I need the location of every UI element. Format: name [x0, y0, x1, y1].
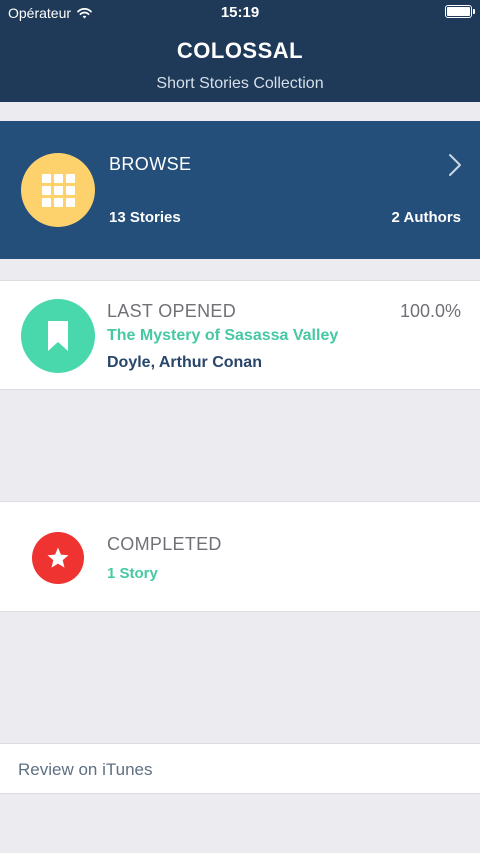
browse-card[interactable]: BROWSE 13 Stories 2 Authors	[0, 121, 480, 259]
chevron-right-icon	[449, 154, 461, 176]
battery-level	[447, 7, 470, 16]
battery-nub	[473, 9, 475, 14]
authors-count: 2 Authors	[391, 209, 461, 226]
completed-icon-circle	[32, 532, 84, 584]
story-title: The Mystery of Sasassa Valley	[107, 327, 339, 344]
bookmark-icon	[48, 321, 68, 351]
last-opened-card[interactable]: LAST OPENED 100.0% The Mystery of Sasass…	[0, 280, 480, 390]
browse-icon-circle	[21, 153, 95, 227]
stories-count: 13 Stories	[109, 209, 181, 226]
battery-icon	[445, 5, 475, 18]
story-author: Doyle, Arthur Conan	[107, 354, 262, 371]
app-header: Opérateur 15:19 COLOSSAL Short Stories C…	[0, 0, 480, 102]
completed-label: COMPLETED	[107, 534, 222, 554]
completed-count: 1 Story	[107, 565, 158, 582]
grid-icon	[41, 173, 75, 207]
app-subtitle: Short Stories Collection	[156, 75, 324, 92]
last-opened-label: LAST OPENED	[107, 301, 237, 321]
status-time: 15:19	[220, 4, 260, 21]
star-icon	[47, 547, 69, 568]
reading-progress: 100.0%	[399, 301, 461, 321]
status-bar: Opérateur 15:19	[0, 0, 480, 24]
completed-card[interactable]: COMPLETED 1 Story	[0, 501, 480, 612]
browse-label: BROWSE	[109, 154, 192, 174]
last-opened-icon-circle	[21, 299, 95, 373]
review-on-itunes-row[interactable]: Review on iTunes	[0, 743, 480, 794]
app-title: COLOSSAL	[176, 38, 304, 63]
review-label: Review on iTunes	[18, 760, 153, 779]
